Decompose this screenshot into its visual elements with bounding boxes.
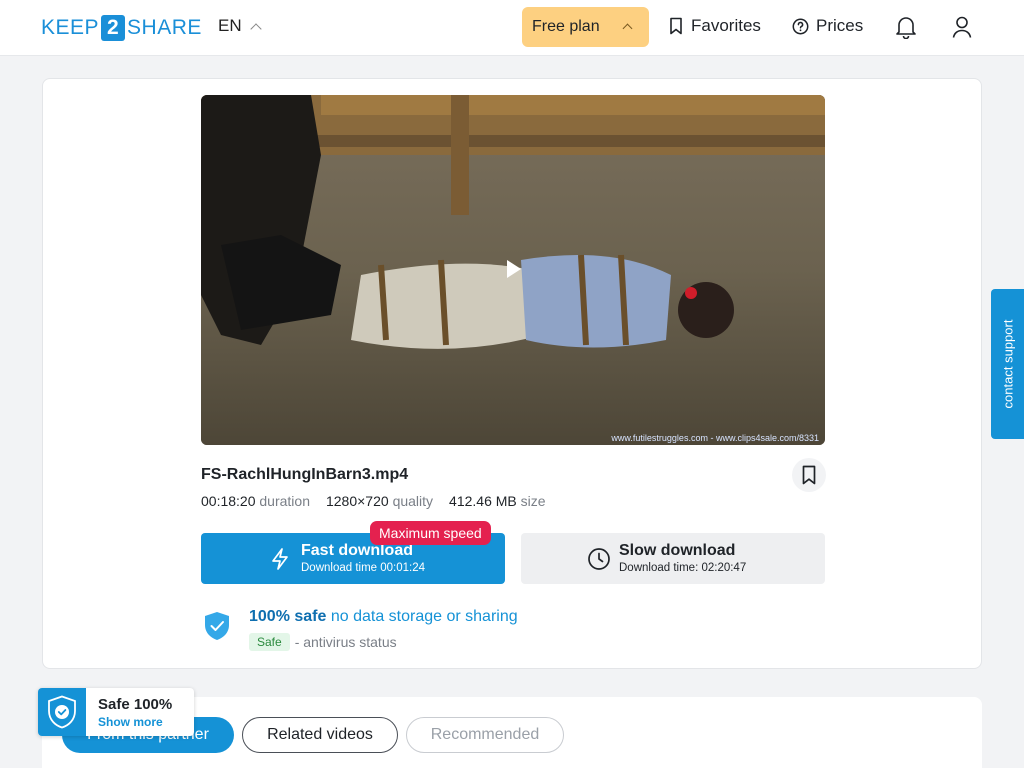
contact-support-label: contact support	[1000, 319, 1015, 409]
maximum-speed-badge: Maximum speed	[370, 521, 491, 545]
prices-label: Prices	[816, 16, 864, 35]
favorites-link[interactable]: Favorites	[668, 16, 761, 36]
file-name: FS-RachlHungInBarn3.mp4	[201, 466, 409, 483]
bookmark-icon	[670, 17, 682, 35]
safe-percent-text: 100% safe	[249, 608, 327, 625]
favorites-label: Favorites	[691, 16, 761, 35]
language-selector[interactable]: EN	[218, 16, 262, 36]
file-card: www.futilestruggles.com - www.clips4sale…	[42, 78, 982, 669]
file-duration: 00:18:20 duration	[201, 493, 310, 509]
lightning-icon	[272, 548, 288, 570]
size-label: size	[520, 493, 546, 509]
quality-value: 1280×720	[325, 493, 389, 509]
antivirus-status: Safe - antivirus status	[249, 633, 397, 651]
fast-download-time: Download time 00:01:24	[301, 562, 426, 574]
slow-download-title: Slow download	[619, 542, 736, 559]
file-quality: 1280×720 quality	[326, 493, 433, 509]
file-meta: 00:18:20 duration 1280×720 quality 412.4…	[201, 493, 546, 509]
account-button[interactable]	[949, 14, 975, 40]
duration-label: duration	[259, 493, 310, 509]
notifications-button[interactable]	[893, 14, 919, 40]
widget-title: Safe 100%	[98, 696, 173, 713]
prices-link[interactable]: Prices	[792, 16, 863, 36]
slow-download-button[interactable]: Slow download Download time: 02:20:47	[521, 533, 825, 584]
safe-badge: Safe	[249, 633, 290, 651]
plan-label: Free plan	[532, 18, 600, 35]
tab-recommended[interactable]: Recommended	[406, 717, 564, 753]
user-icon	[952, 16, 972, 38]
chevron-up-icon	[249, 22, 262, 35]
shield-check-icon	[48, 695, 76, 729]
free-plan-button[interactable]: Free plan	[522, 7, 649, 47]
add-to-favorites-button[interactable]	[792, 458, 826, 492]
keep2share-logo[interactable]: KEEP 2 SHARE	[41, 15, 202, 41]
top-header: KEEP 2 SHARE EN Free plan Favorites Pric…	[0, 0, 1024, 56]
chevron-up-icon	[622, 23, 633, 34]
slow-download-time: Download time: 02:20:47	[619, 562, 747, 574]
duration-value: 00:18:20	[201, 493, 256, 509]
antivirus-status-label: - antivirus status	[294, 634, 397, 650]
file-size: 412.46 MB size	[449, 493, 546, 509]
logo-text-keep: KEEP	[41, 16, 100, 39]
video-preview[interactable]: www.futilestruggles.com - www.clips4sale…	[201, 95, 825, 445]
contact-support-tab[interactable]: contact support	[991, 289, 1024, 439]
bookmark-icon	[802, 465, 816, 485]
help-circle-icon	[792, 18, 809, 34]
logo-text-share: SHARE	[127, 16, 202, 39]
safe-widget[interactable]: Safe 100% Show more	[38, 688, 194, 736]
no-storage-text: no data storage or sharing	[330, 608, 518, 625]
logo-badge-2: 2	[101, 15, 126, 41]
language-label: EN	[218, 16, 242, 35]
play-icon[interactable]	[507, 260, 521, 278]
widget-shield-box	[38, 688, 86, 736]
safety-statement: 100% safe no data storage or sharing	[249, 608, 518, 626]
quality-label: quality	[392, 493, 434, 509]
shield-check-icon	[205, 612, 229, 640]
bell-icon	[896, 17, 916, 39]
size-value: 412.46 MB	[449, 493, 517, 509]
clock-icon	[588, 548, 610, 570]
show-more-link[interactable]: Show more	[98, 715, 163, 729]
tab-related-videos[interactable]: Related videos	[242, 717, 398, 753]
video-watermark: www.futilestruggles.com - www.clips4sale…	[611, 433, 819, 443]
